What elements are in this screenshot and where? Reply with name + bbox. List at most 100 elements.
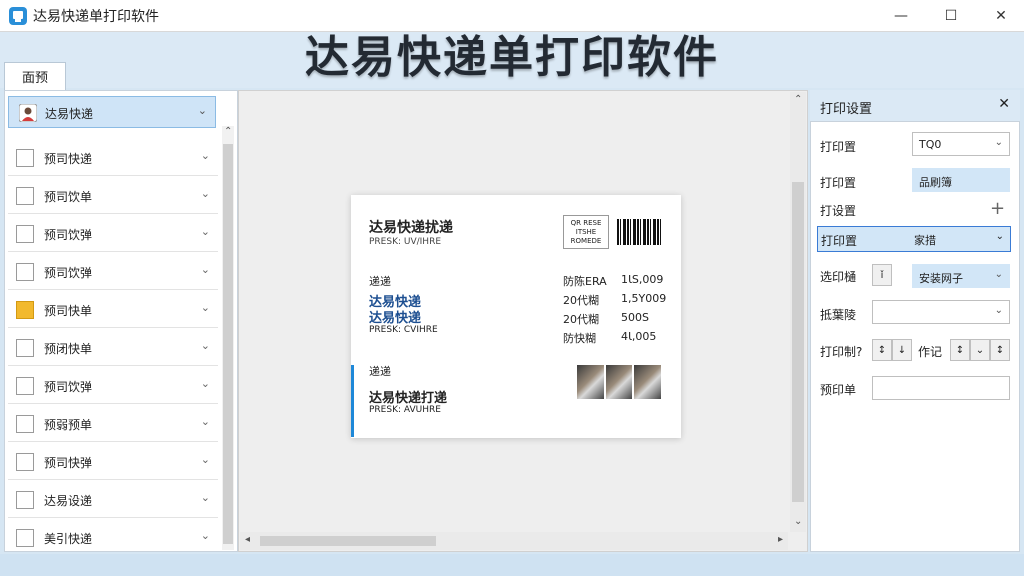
chevron-up-icon[interactable]: ⌃ bbox=[224, 126, 232, 137]
document-icon bbox=[16, 225, 34, 243]
setting-label: 预印单 bbox=[820, 383, 857, 397]
barcode-icon bbox=[617, 219, 661, 245]
sidebar-item-label: 预司饮弹 bbox=[44, 266, 93, 280]
sidebar-item-label: 预司饮弹 bbox=[44, 380, 93, 394]
row-value: 1,5Y009 bbox=[621, 292, 667, 305]
document-icon bbox=[16, 529, 34, 547]
scrollbar-thumb[interactable] bbox=[260, 536, 436, 546]
document-icon bbox=[16, 187, 34, 205]
setting-select[interactable]: ⌄ bbox=[872, 300, 1010, 324]
sidebar-item[interactable]: 预司饮弹 ⌄ bbox=[8, 254, 218, 290]
setting-label: 打设置 bbox=[820, 204, 857, 218]
sidebar-item-label: 预司快递 bbox=[44, 152, 93, 166]
stepper-button[interactable]: ↕ bbox=[990, 339, 1010, 361]
window-titlebar: 达易快递单打印软件 — ☐ ✕ bbox=[0, 0, 1024, 32]
sidebar-item-label: 达易设递 bbox=[44, 494, 93, 508]
document-icon bbox=[16, 263, 34, 281]
row-value: 1ƖS,009 bbox=[621, 273, 664, 286]
sidebar-item-label: 达易快递 bbox=[45, 107, 94, 121]
setting-label: 打印置 bbox=[820, 176, 857, 190]
sidebar-item[interactable]: 预司快单 ⌄ bbox=[8, 292, 218, 328]
chevron-down-icon: ⌄ bbox=[200, 187, 210, 200]
row-label: 20代糊 bbox=[563, 294, 599, 307]
section-label: 递递 bbox=[369, 365, 391, 378]
add-icon[interactable]: + bbox=[990, 198, 1005, 219]
folder-icon bbox=[16, 301, 34, 319]
chevron-down-icon: ⌄ bbox=[200, 263, 210, 276]
stepper-button[interactable]: ↕ bbox=[872, 339, 892, 361]
sidebar-item[interactable]: 预司饮弹 ⌄ bbox=[8, 216, 218, 252]
label-header-sub: PRESK: UV/IHRE bbox=[369, 237, 442, 247]
qr-text: QR RESE bbox=[570, 218, 602, 227]
chevron-left-icon[interactable]: ◂ bbox=[245, 534, 250, 545]
app-logo-icon bbox=[9, 7, 27, 25]
close-button[interactable]: ✕ bbox=[978, 0, 1024, 32]
sidebar-item-label: 预弱预单 bbox=[44, 418, 93, 432]
chevron-down-icon: ⌄ bbox=[200, 415, 210, 428]
setting-input[interactable] bbox=[872, 376, 1010, 400]
receiver-name: 达易快递打递 bbox=[369, 391, 448, 406]
setting-label: 选印樋 bbox=[820, 270, 857, 284]
sidebar-item[interactable]: 预闭快单 ⌄ bbox=[8, 330, 218, 366]
sidebar-scrollbar[interactable]: ⌃ bbox=[222, 126, 234, 550]
stepper-button[interactable]: ↕ bbox=[950, 339, 970, 361]
sidebar-item-selected[interactable]: 达易快递 ⌄ bbox=[8, 96, 216, 128]
sidebar-item[interactable]: 预司饮弹 ⌄ bbox=[8, 368, 218, 404]
scrollbar-thumb[interactable] bbox=[223, 144, 233, 544]
window-title: 达易快递单打印软件 bbox=[33, 9, 159, 25]
sender-name: 达易快递 bbox=[369, 311, 422, 326]
chevron-down-icon: ⌄ bbox=[200, 453, 210, 466]
sidebar-item-label: 美引快递 bbox=[44, 532, 93, 546]
maximize-button[interactable]: ☐ bbox=[928, 0, 974, 32]
qr-code: QR RESE ITSHE ROMEDE bbox=[563, 215, 609, 249]
setting-label: 打印置 bbox=[821, 234, 858, 248]
stepper-button[interactable]: ⌄ bbox=[970, 339, 990, 361]
chevron-down-icon[interactable]: ⌄ bbox=[794, 516, 802, 527]
chevron-down-icon: ⌄ bbox=[995, 231, 1004, 242]
row-label: 防陈ERA bbox=[563, 275, 607, 288]
setting-row-highlighted[interactable]: 打印置 家措 ⌄ bbox=[817, 226, 1011, 252]
row-value: 4Ɩ,005 bbox=[621, 330, 657, 343]
sidebar-item[interactable]: 美引快递 ⌄ bbox=[8, 520, 218, 556]
sidebar-item[interactable]: 预弱预单 ⌄ bbox=[8, 406, 218, 442]
document-icon bbox=[16, 415, 34, 433]
label-header-title: 达易快递扰递 bbox=[369, 220, 453, 236]
print-settings-header: 打印设置 ✕ bbox=[810, 90, 1020, 122]
chevron-down-icon: ⌄ bbox=[200, 225, 210, 238]
chevron-down-icon: ⌄ bbox=[200, 529, 210, 542]
stepper-button[interactable]: ↓ bbox=[892, 339, 912, 361]
document-icon bbox=[16, 453, 34, 471]
panel-title: 打印设置 bbox=[820, 102, 873, 117]
document-icon bbox=[16, 149, 34, 167]
sidebar-item[interactable]: 达易设递 ⌄ bbox=[8, 482, 218, 518]
accent-bar bbox=[351, 365, 354, 437]
tab-preview[interactable]: 面预 bbox=[4, 62, 66, 90]
setting-label: 打印置 bbox=[820, 140, 857, 154]
setting-select[interactable]: 安装网子 ⌄ bbox=[912, 264, 1010, 288]
close-icon[interactable]: ✕ bbox=[998, 96, 1010, 112]
setting-field[interactable]: 品刷簿 bbox=[912, 168, 1010, 192]
sidebar-item-label: 预司饮弹 bbox=[44, 228, 93, 242]
chevron-up-icon[interactable]: ⌃ bbox=[794, 94, 802, 105]
select-value: TQ0 bbox=[919, 138, 942, 151]
preview-h-scrollbar[interactable]: ◂ ▸ bbox=[240, 532, 788, 550]
scrollbar-thumb[interactable] bbox=[792, 182, 804, 502]
option-button[interactable]: ǐ bbox=[872, 264, 892, 286]
sidebar-item-label: 预司快单 bbox=[44, 304, 93, 318]
document-icon bbox=[16, 491, 34, 509]
sidebar-item[interactable]: 预司快递 ⌄ bbox=[8, 140, 218, 176]
status-bar bbox=[0, 554, 1024, 576]
document-icon bbox=[16, 377, 34, 395]
sidebar-item[interactable]: 预司饮单 ⌄ bbox=[8, 178, 218, 214]
sidebar-item[interactable]: 预司快弹 ⌄ bbox=[8, 444, 218, 480]
field-value: 品刷簿 bbox=[919, 176, 952, 189]
setting-label: 打印制? bbox=[820, 345, 863, 359]
chevron-right-icon[interactable]: ▸ bbox=[778, 534, 783, 545]
printer-select[interactable]: TQ0 ⌄ bbox=[912, 132, 1010, 156]
minimize-button[interactable]: — bbox=[878, 0, 924, 32]
preview-v-scrollbar[interactable]: ⌃ ⌄ bbox=[790, 92, 806, 532]
chevron-down-icon: ⌄ bbox=[200, 149, 210, 162]
document-icon bbox=[16, 339, 34, 357]
sidebar-item-label: 预司快弹 bbox=[44, 456, 93, 470]
qr-text: ROMEDE bbox=[570, 236, 602, 245]
